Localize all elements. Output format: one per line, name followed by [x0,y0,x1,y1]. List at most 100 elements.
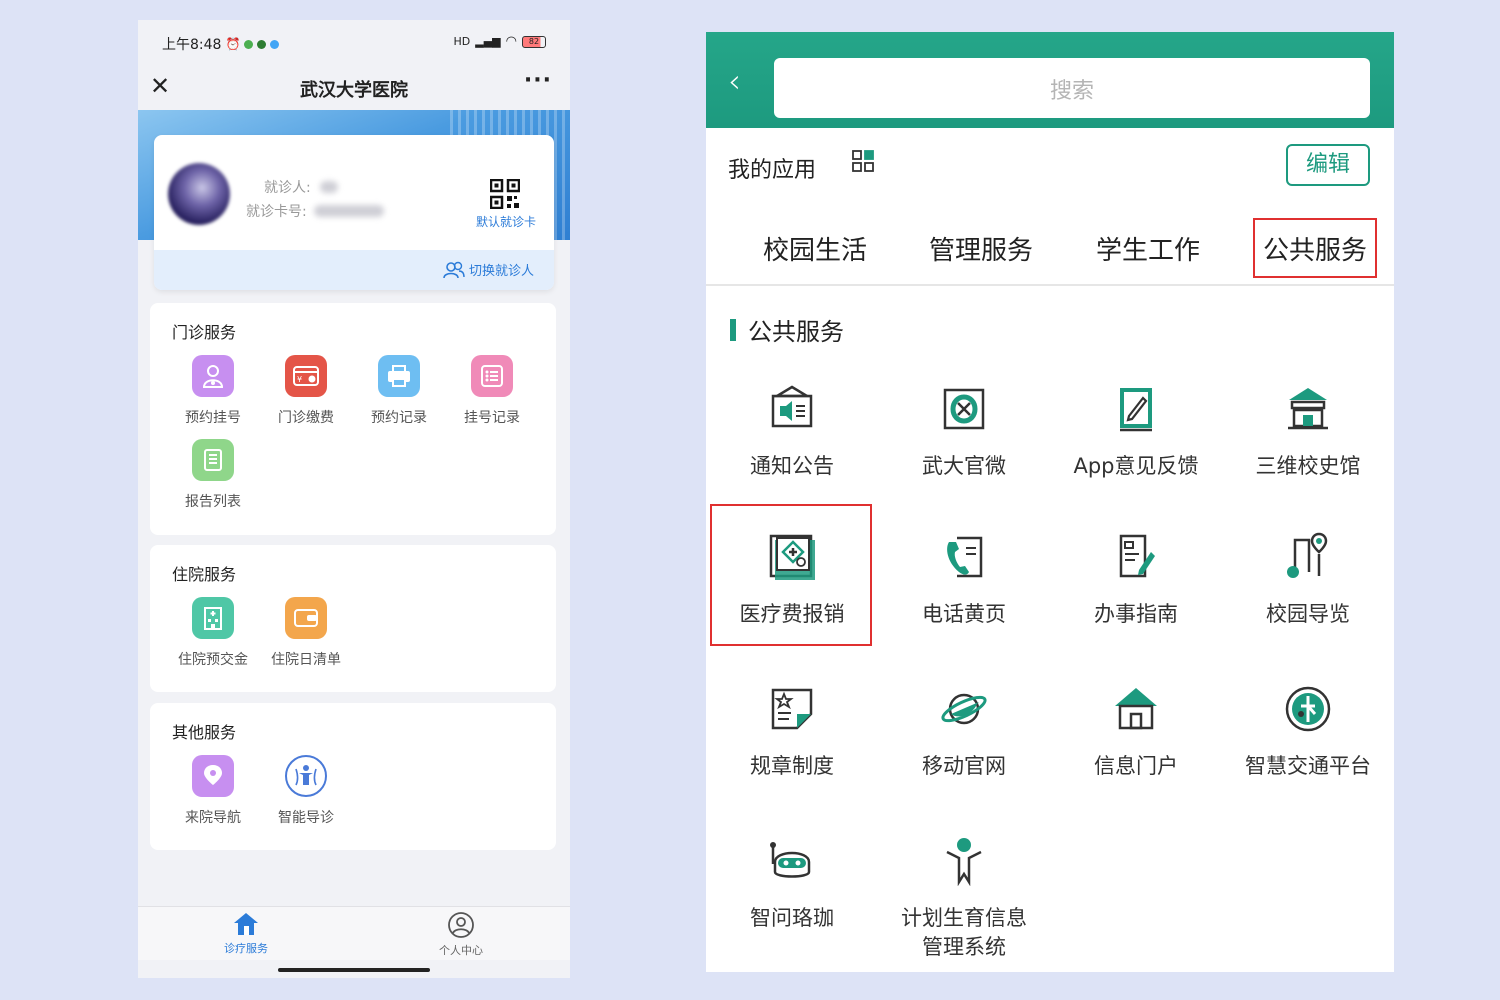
signal-icon: HD [453,35,471,48]
app-ask-luojia[interactable]: 智问珞珈 [706,836,878,933]
app-announcement[interactable]: 通知公告 [706,384,878,481]
switch-patient-button[interactable]: 切换就诊人 [443,260,534,279]
highlight-box [710,504,872,646]
category-tabs: 校园生活 管理服务 学生工作 公共服务 [706,210,1394,286]
app-info-portal[interactable]: 信息门户 [1050,684,1222,781]
service-hospital-navigation[interactable]: 来院导航 [170,755,256,827]
signal-bars-icon: ▂▄▆ [475,35,501,48]
wifi-icon: ◠ [505,34,517,49]
planet-icon [941,693,987,725]
nav-label: 诊疗服务 [224,942,268,955]
qr-code-icon[interactable] [490,179,520,209]
service-label: 预约记录 [371,410,427,426]
patient-name-value [320,181,338,193]
app-label: 三维校史馆 [1255,454,1361,478]
report-icon [192,439,234,481]
app-label: 智慧交通平台 [1245,754,1371,778]
service-smart-triage[interactable]: 智能导诊 [263,755,349,827]
tab-student-work[interactable]: 学生工作 [1096,230,1200,267]
app-label: 计划生育信息管理系统 [901,906,1027,959]
notification-dot-icon [257,39,267,49]
wechat-official-icon [943,388,985,430]
other-section: 其他服务 来院导航 智能导诊 [150,703,556,850]
app-campus-tour[interactable]: 校园导览 [1222,532,1394,629]
search-input[interactable]: 搜索 [774,58,1370,118]
service-label: 门诊缴费 [278,410,334,426]
location-pin-icon [192,755,234,797]
hospital-app-screen: 上午8:48 ⏰ HD ▂▄▆ ◠ 82 ✕ 武汉大学医院 ··· 就诊人: 就… [138,20,570,978]
service-label: 报告列表 [185,494,241,510]
app-label: 电话黄页 [922,602,1006,626]
robot-icon [770,842,811,878]
printer-icon [378,355,420,397]
museum-icon [1288,388,1328,430]
doctor-icon [192,355,234,397]
app-phone-book[interactable]: 电话黄页 [878,532,1050,629]
patient-card[interactable]: 就诊人: 就诊卡号: 默认就诊卡 切换就诊人 [154,135,554,290]
alarm-icon: ⏰ [225,37,241,51]
service-label: 来院导航 [185,810,241,826]
edit-button[interactable]: 编辑 [1286,144,1370,186]
app-family-planning[interactable]: 计划生育信息管理系统 [878,836,1050,962]
app-regulations[interactable]: 规章制度 [706,684,878,781]
app-smart-traffic[interactable]: 智慧交通平台 [1222,684,1394,781]
service-report-list[interactable]: 报告列表 [170,439,256,511]
highlight-box [1253,218,1377,278]
service-label: 住院日清单 [271,652,341,668]
app-3d-museum[interactable]: 三维校史馆 [1222,384,1394,481]
notification-dot-icon [270,39,280,49]
payment-card-icon: ¥ [285,355,327,397]
service-label: 预约挂号 [185,410,241,426]
app-official-wechat[interactable]: 武大官微 [878,384,1050,481]
search-placeholder: 搜索 [1049,79,1094,104]
battery-icon: 82 [522,35,546,48]
status-time: 上午8:48 [162,37,222,53]
status-bar: 上午8:48 ⏰ HD ▂▄▆ ◠ 82 [138,20,570,66]
bottom-nav: 诊疗服务 个人中心 [138,906,570,960]
list-icon [471,355,513,397]
switch-patient-bar: 切换就诊人 [154,250,554,290]
hospital-building-icon [192,597,234,639]
feedback-icon [1120,388,1152,432]
my-apps-label: 我的应用 [728,158,817,183]
house-icon [1115,688,1157,730]
service-outpatient-payment[interactable]: ¥ 门诊缴费 [263,355,349,427]
app-feedback[interactable]: App意见反馈 [1050,384,1222,481]
service-appointment-record[interactable]: 预约记录 [356,355,442,427]
app-label: 移动官网 [922,754,1006,778]
service-daily-bill[interactable]: 住院日清单 [263,597,349,669]
tab-campus-life[interactable]: 校园生活 [763,230,867,267]
section-title: 公共服务 [730,312,844,347]
guide-icon [1119,534,1155,578]
card-number-label: 就诊卡号: [246,204,307,220]
grid-icon[interactable] [851,149,875,173]
app-service-guide[interactable]: 办事指南 [1050,532,1222,629]
body-figure-icon [285,755,327,797]
app-mobile-website[interactable]: 移动官网 [878,684,1050,781]
service-registration-record[interactable]: 挂号记录 [449,355,535,427]
section-title: 其他服务 [172,723,237,742]
switch-patient-label: 切换就诊人 [468,264,534,279]
users-icon [443,261,465,278]
more-icon[interactable]: ··· [524,68,552,93]
title-bar: ✕ 武汉大学医院 ··· [138,66,570,110]
outpatient-section: 门诊服务 预约挂号 ¥ 门诊缴费 预约记录 挂号记录 报告列表 [150,303,556,535]
home-indicator [278,968,430,972]
patient-name-label: 就诊人: [264,180,311,196]
wallet-icon [285,597,327,639]
service-inpatient-deposit[interactable]: 住院预交金 [170,597,256,669]
section-title: 住院服务 [172,565,237,584]
nav-clinical-services[interactable]: 诊疗服务 [196,911,296,956]
service-appointment[interactable]: 预约挂号 [170,355,256,427]
back-icon[interactable]: ‹ [728,62,741,100]
app-label: 规章制度 [750,754,834,778]
home-icon [234,913,258,935]
svg-text:¥: ¥ [297,375,302,384]
phone-book-icon [947,536,983,578]
app-label: App意见反馈 [1073,454,1199,478]
campus-app-screen: ‹ 搜索 我的应用 编辑 校园生活 管理服务 学生工作 公共服务 公共服务 通知… [706,32,1394,972]
regulation-icon [771,688,813,730]
tab-management[interactable]: 管理服务 [929,230,1033,267]
app-label: 校园导览 [1266,602,1350,626]
nav-personal-center[interactable]: 个人中心 [411,911,511,958]
